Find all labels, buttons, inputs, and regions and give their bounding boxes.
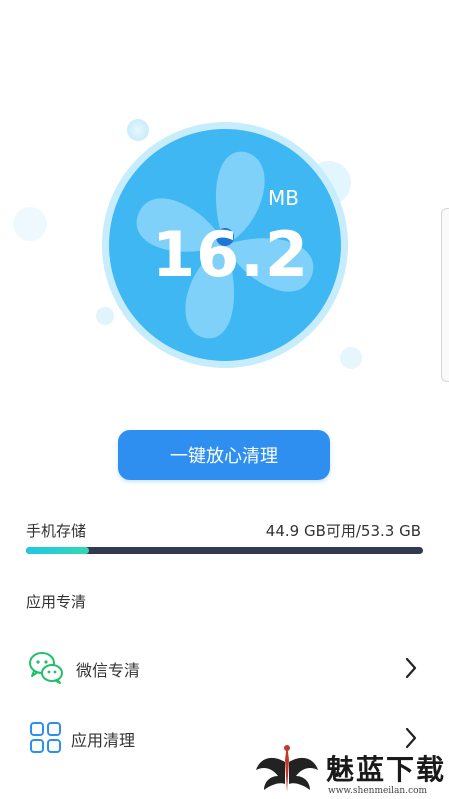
section-title: 应用专清 <box>26 593 87 611</box>
bubble <box>13 207 47 241</box>
app-grid-icon <box>30 722 61 753</box>
watermark: 魅蓝下载 www.shenmeilan.com <box>250 738 449 799</box>
bubble <box>127 119 149 141</box>
one-click-clean-button[interactable]: 一键放心清理 <box>118 430 330 480</box>
wechat-icon <box>29 652 63 684</box>
storage-row: 手机存储 44.9 GB可用/53.3 GB <box>26 520 421 542</box>
bubble <box>340 347 362 369</box>
dragon-logo-icon <box>256 744 318 792</box>
junk-size-unit: MB <box>268 186 299 210</box>
junk-size-value: 16.2 <box>152 218 309 291</box>
list-item-label: 微信专清 <box>76 661 141 680</box>
fan-graphic: 16.2 MB <box>0 0 449 400</box>
storage-summary: 44.9 GB可用/53.3 GB <box>265 522 421 540</box>
chevron-right-icon <box>405 657 417 679</box>
storage-progress-fill <box>26 547 89 554</box>
bubble <box>96 307 114 325</box>
fan-svg <box>13 119 362 369</box>
list-item-label: 应用清理 <box>71 731 136 750</box>
watermark-brand: 魅蓝下载 <box>326 753 447 786</box>
list-item-wechat-clean[interactable]: 微信专清 <box>0 640 449 696</box>
watermark-url: www.shenmeilan.com <box>328 786 428 796</box>
storage-progress-bar <box>26 547 423 554</box>
storage-label: 手机存储 <box>26 522 87 540</box>
